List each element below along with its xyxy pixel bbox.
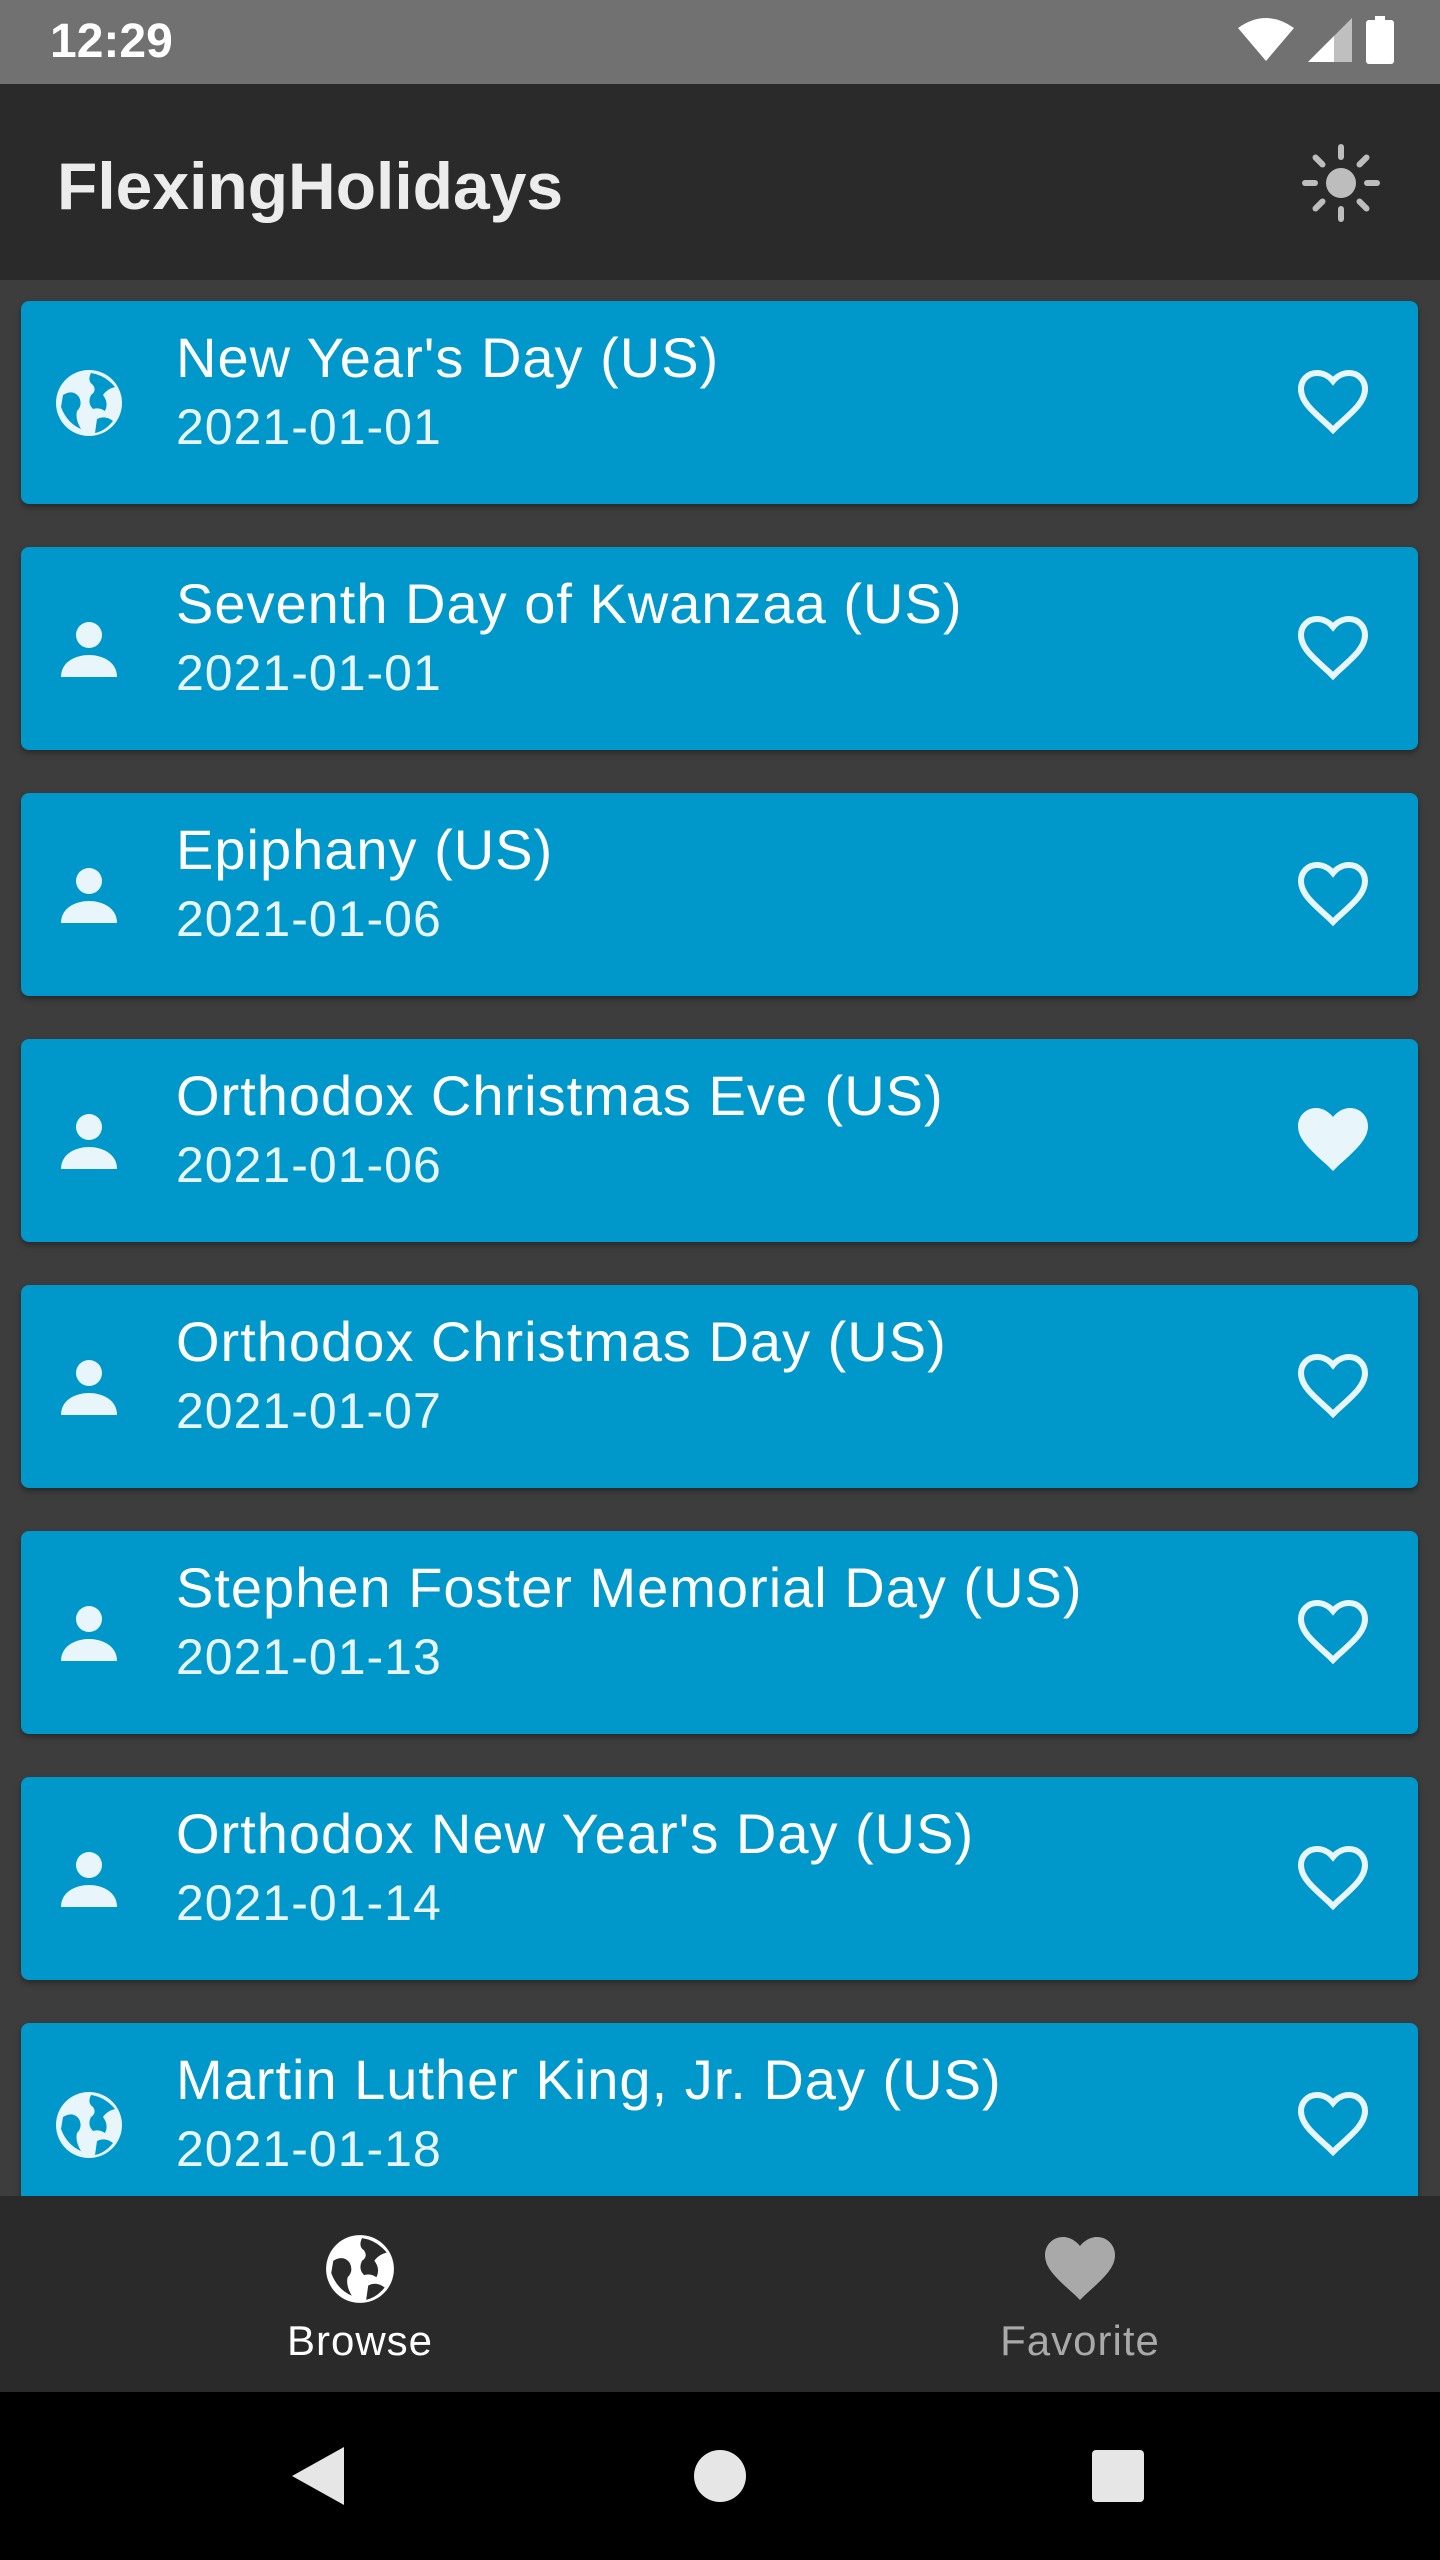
- favorite-outline-icon[interactable]: [1288, 2079, 1378, 2169]
- signal-icon: [1308, 17, 1352, 67]
- status-bar: 12:29: [0, 0, 1440, 84]
- holiday-card[interactable]: Stephen Foster Memorial Day (US) 2021-01…: [21, 1531, 1418, 1734]
- person-icon: [53, 1105, 125, 1177]
- person-icon: [53, 1351, 125, 1423]
- tab-browse[interactable]: Browse: [0, 2196, 720, 2392]
- holiday-name: Seventh Day of Kwanzaa (US): [176, 572, 963, 635]
- holiday-card[interactable]: Martin Luther King, Jr. Day (US) 2021-01…: [21, 2023, 1418, 2196]
- tab-favorite-label: Favorite: [1000, 2317, 1160, 2364]
- person-icon: [53, 1843, 125, 1915]
- holiday-card[interactable]: Seventh Day of Kwanzaa (US) 2021-01-01: [21, 547, 1418, 750]
- holiday-card[interactable]: Orthodox Christmas Eve (US) 2021-01-06: [21, 1039, 1418, 1242]
- favorite-outline-icon[interactable]: [1288, 1341, 1378, 1431]
- battery-icon: [1366, 15, 1394, 69]
- person-icon: [53, 613, 125, 685]
- holiday-name: Epiphany (US): [176, 818, 554, 881]
- holiday-date: 2021-01-01: [176, 645, 442, 701]
- favorite-outline-icon[interactable]: [1288, 357, 1378, 447]
- wifi-icon: [1238, 17, 1294, 67]
- holiday-name: New Year's Day (US): [176, 326, 720, 389]
- favorite-outline-icon[interactable]: [1288, 1587, 1378, 1677]
- recents-icon[interactable]: [1070, 2428, 1166, 2524]
- holiday-date: 2021-01-06: [176, 1137, 442, 1193]
- holiday-date: 2021-01-07: [176, 1383, 442, 1439]
- person-icon: [53, 859, 125, 931]
- globe-icon: [53, 2089, 125, 2161]
- holiday-name: Orthodox New Year's Day (US): [176, 1802, 975, 1865]
- holiday-list[interactable]: New Year's Day (US) 2021-01-01 Seventh D…: [0, 280, 1440, 2196]
- back-icon[interactable]: [270, 2428, 366, 2524]
- holiday-date: 2021-01-01: [176, 399, 442, 455]
- tab-favorite[interactable]: Favorite: [720, 2196, 1440, 2392]
- status-icons: [1238, 15, 1394, 69]
- app-bar: FlexingHolidays: [0, 84, 1440, 280]
- favorite-filled-icon[interactable]: [1288, 1095, 1378, 1185]
- favorite-outline-icon[interactable]: [1288, 849, 1378, 939]
- system-navigation-bar: [0, 2392, 1440, 2560]
- heart-icon: [1041, 2230, 1119, 2308]
- home-icon[interactable]: [672, 2428, 768, 2524]
- holiday-date: 2021-01-18: [176, 2121, 442, 2177]
- holiday-card[interactable]: Epiphany (US) 2021-01-06: [21, 793, 1418, 996]
- globe-icon: [321, 2230, 399, 2308]
- holiday-name: Martin Luther King, Jr. Day (US): [176, 2048, 1002, 2111]
- bottom-navigation: Browse Favorite: [0, 2196, 1440, 2392]
- holiday-date: 2021-01-06: [176, 891, 442, 947]
- favorite-outline-icon[interactable]: [1288, 603, 1378, 693]
- holiday-card[interactable]: New Year's Day (US) 2021-01-01: [21, 301, 1418, 504]
- holiday-name: Orthodox Christmas Day (US): [176, 1310, 947, 1373]
- globe-icon: [53, 367, 125, 439]
- holiday-date: 2021-01-13: [176, 1629, 442, 1685]
- app-screen: 12:29 FlexingHolidays New Year's Day (US…: [0, 0, 1440, 2560]
- brightness-icon[interactable]: [1298, 140, 1384, 226]
- person-icon: [53, 1597, 125, 1669]
- holiday-card[interactable]: Orthodox New Year's Day (US) 2021-01-14: [21, 1777, 1418, 1980]
- status-time: 12:29: [50, 15, 173, 68]
- favorite-outline-icon[interactable]: [1288, 1833, 1378, 1923]
- holiday-name: Stephen Foster Memorial Day (US): [176, 1556, 1083, 1619]
- holiday-card[interactable]: Orthodox Christmas Day (US) 2021-01-07: [21, 1285, 1418, 1488]
- tab-browse-label: Browse: [286, 2317, 434, 2364]
- app-title: FlexingHolidays: [57, 149, 564, 223]
- holiday-date: 2021-01-14: [176, 1875, 442, 1931]
- holiday-name: Orthodox Christmas Eve (US): [176, 1064, 944, 1127]
